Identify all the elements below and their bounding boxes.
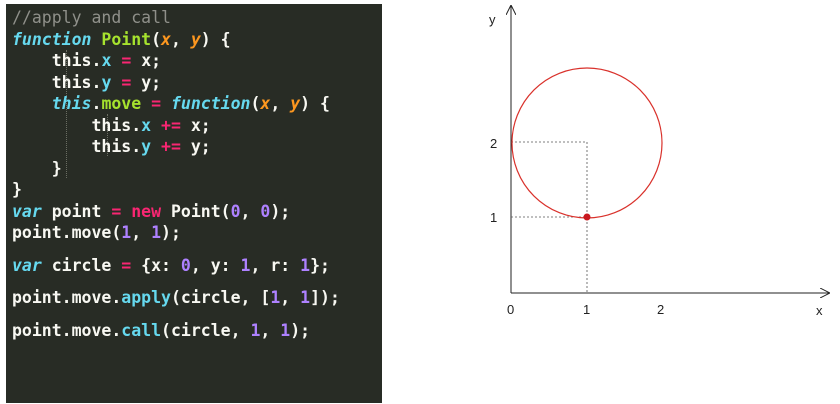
code-line-13: point.move.apply(circle, [1, 1]); bbox=[12, 288, 340, 307]
param-x: x bbox=[161, 29, 171, 49]
keyword-this: this bbox=[51, 94, 92, 113]
number-literal: 1 bbox=[240, 255, 251, 275]
method-move: move bbox=[71, 288, 112, 307]
var-y: y bbox=[190, 137, 201, 156]
method-move: move bbox=[71, 320, 112, 340]
number-literal: 1 bbox=[300, 255, 311, 275]
blank-gap bbox=[12, 309, 382, 320]
var-x: x bbox=[141, 51, 152, 70]
code-line-10: var point = new Point(0, 0); bbox=[12, 201, 291, 221]
code-line-11: point.move(1, 1); bbox=[12, 223, 181, 242]
number-literal: 0 bbox=[230, 201, 241, 221]
identifier-circle: circle bbox=[51, 255, 112, 275]
blank-gap bbox=[12, 276, 382, 287]
blank-gap bbox=[12, 244, 382, 255]
keyword-function: function bbox=[12, 29, 92, 49]
this-ref: this bbox=[51, 72, 92, 92]
method-call: call bbox=[121, 320, 162, 340]
method-move: move bbox=[71, 223, 112, 242]
number-literal: 0 bbox=[180, 255, 191, 275]
key-x: x: bbox=[151, 255, 171, 275]
prop-x: x bbox=[101, 51, 112, 70]
prop-move: move bbox=[101, 94, 142, 113]
axis-y-label: y bbox=[489, 12, 496, 27]
point-marker bbox=[583, 213, 591, 221]
code-editor: //apply and call function Point(x, y) { … bbox=[6, 4, 382, 403]
operator-add-assign: += bbox=[161, 137, 181, 156]
code-comment: //apply and call bbox=[12, 8, 171, 27]
number-literal: 0 bbox=[260, 201, 271, 221]
code-line-4: this.y = y; bbox=[51, 72, 162, 92]
number-literal: 1 bbox=[121, 223, 132, 242]
identifier-point: point bbox=[12, 320, 62, 340]
number-literal: 1 bbox=[270, 288, 281, 307]
this-ref: this bbox=[51, 51, 92, 70]
keyword-new: new bbox=[131, 201, 162, 221]
operator-assign: = bbox=[121, 51, 132, 70]
operator-assign: = bbox=[121, 255, 132, 275]
x-tick-2: 2 bbox=[657, 302, 664, 317]
y-tick-2: 2 bbox=[490, 136, 497, 151]
coordinate-diagram: y x 2 1 0 1 2 bbox=[489, 0, 840, 318]
identifier-circle: circle bbox=[180, 288, 241, 307]
key-r: r: bbox=[270, 255, 291, 275]
operator-assign: = bbox=[111, 201, 122, 221]
function-name-point: Point bbox=[101, 29, 152, 49]
key-y: y: bbox=[210, 255, 231, 275]
var-x: x bbox=[190, 115, 201, 135]
operator-add-assign: += bbox=[161, 115, 181, 135]
param-y: y bbox=[190, 29, 201, 49]
method-apply: apply bbox=[121, 288, 171, 307]
number-literal: 1 bbox=[280, 320, 291, 340]
code-line-6: this.x += x; bbox=[91, 115, 211, 135]
code-line-1: //apply and call bbox=[12, 7, 382, 29]
code-line-14: point.move.call(circle, 1, 1); bbox=[12, 320, 311, 340]
identifier-point: point bbox=[12, 223, 62, 242]
x-tick-1: 1 bbox=[583, 302, 590, 317]
axis-x-label: x bbox=[816, 303, 823, 318]
number-literal: 1 bbox=[300, 288, 311, 307]
y-tick-1: 1 bbox=[490, 210, 497, 225]
param-y: y bbox=[290, 94, 301, 113]
identifier-point: point bbox=[12, 288, 62, 307]
number-literal: 1 bbox=[250, 320, 261, 340]
code-line-7: this.y += y; bbox=[91, 137, 211, 156]
this-ref: this bbox=[91, 115, 132, 135]
code-line-2: function Point(x, y) { bbox=[12, 29, 231, 49]
param-x: x bbox=[260, 94, 271, 113]
code-line-12: var circle = {x: 0, y: 1, r: 1}; bbox=[12, 255, 330, 275]
code-line-8: } bbox=[12, 158, 62, 178]
code-line-5: this.move = function(x, y) { bbox=[51, 94, 330, 113]
code-line-9: } bbox=[12, 180, 22, 199]
prop-x: x bbox=[141, 115, 152, 135]
keyword-var: var bbox=[12, 255, 42, 275]
prop-y: y bbox=[101, 72, 112, 92]
identifier-circle: circle bbox=[170, 320, 231, 340]
operator-assign: = bbox=[121, 72, 132, 92]
operator-assign: = bbox=[151, 94, 162, 113]
this-ref: this bbox=[91, 137, 132, 156]
x-tick-0: 0 bbox=[507, 302, 514, 317]
constructor-point: Point bbox=[170, 201, 221, 221]
identifier-point: point bbox=[51, 201, 102, 221]
prop-y: y bbox=[141, 137, 152, 156]
page: //apply and call function Point(x, y) { … bbox=[0, 0, 840, 404]
code-line-3: this.x = x; bbox=[51, 51, 162, 70]
var-y: y bbox=[141, 72, 152, 92]
number-literal: 1 bbox=[151, 223, 162, 242]
keyword-function: function bbox=[171, 94, 251, 113]
keyword-var: var bbox=[12, 201, 42, 221]
